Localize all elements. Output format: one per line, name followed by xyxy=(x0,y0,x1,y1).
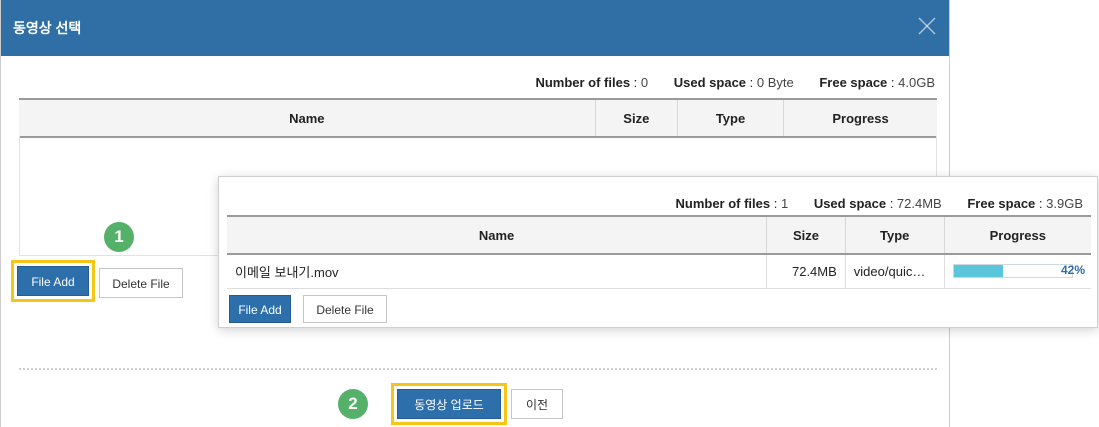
delete-file-button[interactable]: Delete File xyxy=(99,268,183,298)
previous-button[interactable]: 이전 xyxy=(511,389,563,419)
file-name-cell: 이메일 보내기.mov xyxy=(227,254,767,289)
upload-progress-bar xyxy=(952,264,1073,278)
upload-video-button[interactable]: 동영상 업로드 xyxy=(391,383,507,425)
column-header-type: Type xyxy=(676,98,784,138)
column-header-size: Size xyxy=(594,98,678,138)
overlay-used-space-label: Used space xyxy=(813,196,887,211)
step-badge-2: 2 xyxy=(338,389,368,419)
used-space-value: 0 Byte xyxy=(756,75,794,90)
overlay-column-header-progress: Progress xyxy=(943,215,1091,255)
overlay-files-count-label: Number of files xyxy=(675,196,771,211)
free-space-label: Free space xyxy=(819,75,888,90)
overlay-delete-file-button[interactable]: Delete File xyxy=(303,295,387,323)
table-row[interactable]: 이메일 보내기.mov 72.4MB video/quic… 42% xyxy=(227,254,1091,289)
dialog-titlebar: 동영상 선택 xyxy=(1,0,949,56)
section-divider xyxy=(19,368,937,370)
column-header-name: Name xyxy=(19,98,596,138)
overlay-free-space-label: Free space xyxy=(967,196,1036,211)
dialog-title: 동영상 선택 xyxy=(13,20,82,36)
upload-progress-panel: Number of files : 1 Used space : 72.4MB … xyxy=(218,176,1098,328)
file-type-cell: video/quic… xyxy=(844,254,945,289)
upload-progress-fill xyxy=(953,265,1004,277)
overlay-file-add-button[interactable]: File Add xyxy=(229,295,291,323)
overlay-storage-stats: Number of files : 1 Used space : 72.4MB … xyxy=(675,196,1083,211)
overlay-column-header-name: Name xyxy=(227,215,767,255)
free-space-value: 4.0GB xyxy=(898,75,935,90)
overlay-column-header-type: Type xyxy=(844,215,945,255)
overlay-free-space-value: 3.9GB xyxy=(1046,196,1083,211)
storage-stats: Number of files : 0 Used space : 0 Byte … xyxy=(535,75,935,90)
file-progress-cell: 42% xyxy=(943,254,1091,289)
file-size-cell: 72.4MB xyxy=(766,254,846,289)
files-count-label: Number of files xyxy=(535,75,631,90)
upload-progress-text: 42% xyxy=(1060,263,1085,277)
overlay-file-table: Name Size Type Progress 이메일 보내기.mov 72.4… xyxy=(227,215,1091,289)
used-space-label: Used space xyxy=(673,75,747,90)
overlay-column-header-size: Size xyxy=(766,215,846,255)
step-badge-1: 1 xyxy=(104,222,134,252)
files-count-value: 0 xyxy=(640,75,649,90)
overlay-files-count-value: 1 xyxy=(780,196,789,211)
file-table: Name Size Type Progress xyxy=(19,98,937,138)
column-header-progress: Progress xyxy=(783,98,937,138)
overlay-used-space-value: 72.4MB xyxy=(896,196,942,211)
close-icon[interactable] xyxy=(915,14,939,38)
file-add-button[interactable]: File Add xyxy=(11,260,95,302)
